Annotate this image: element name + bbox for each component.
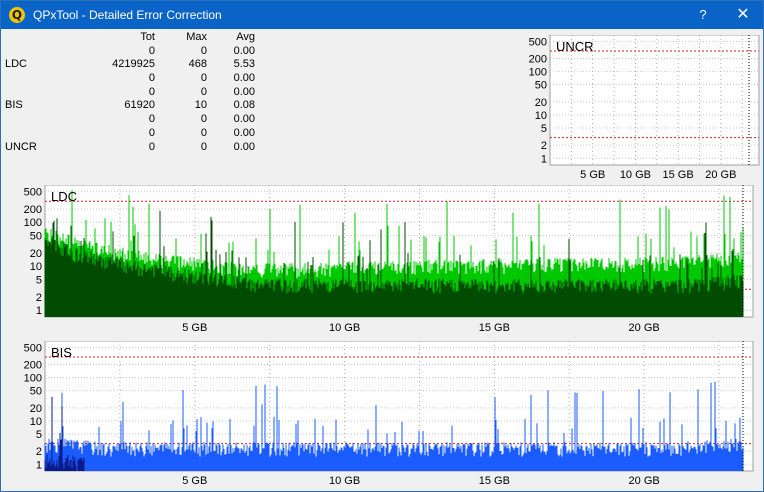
stats-row-label: BIS: [5, 99, 23, 112]
y-tick-label: 1: [36, 305, 42, 317]
y-tick-label: 200: [529, 54, 547, 66]
y-tick-label: 5: [541, 123, 547, 135]
y-tick-label: 100: [24, 217, 42, 229]
app-window: Q QPxTool - Detailed Error Correction ? …: [0, 0, 764, 492]
y-tick-label: 500: [529, 36, 547, 48]
y-tick-label: 50: [30, 230, 42, 242]
x-tick-label: 20 GB: [629, 475, 660, 487]
x-tick-label: 5 GB: [580, 169, 605, 181]
y-tick-label: 2: [541, 140, 547, 152]
stats-row-max: 0: [200, 126, 207, 139]
stats-row-avg: 0.00: [233, 126, 255, 139]
x-tick-label: 15 GB: [479, 322, 510, 334]
y-tick-label: 20: [30, 403, 42, 415]
stats-row-avg: 0.00: [233, 44, 255, 57]
x-tick-label: 10 GB: [329, 475, 360, 487]
stats-row-avg: 0.00: [233, 140, 255, 153]
stats-row: BIS 61920 10 0.08: [3, 99, 265, 113]
y-tick-label: 10: [535, 110, 547, 122]
y-tick-label: 500: [24, 186, 42, 198]
y-tick-label: 1: [541, 153, 547, 165]
y-tick-label: 5: [36, 429, 42, 441]
stats-header-row: Tot Max Avg: [3, 31, 265, 45]
stats-row-avg: 0.00: [233, 113, 255, 126]
stats-table: Tot Max Avg 0 0 0.00 LDC 4219925 468 5.5…: [3, 31, 265, 154]
chart-title: UNCR: [556, 39, 594, 54]
y-tick-label: 20: [535, 97, 547, 109]
stats-row-max: 0: [200, 85, 207, 98]
x-tick-label: 10 GB: [620, 169, 651, 181]
stats-row-label: LDC: [5, 58, 28, 71]
y-tick-label: 50: [30, 386, 42, 398]
x-tick-label: 20 GB: [629, 322, 660, 334]
stats-row-max: 0: [200, 113, 207, 126]
stats-header-max: Max: [186, 31, 207, 43]
stats-row-tot: 0: [148, 85, 155, 98]
stats-row-avg: 0.00: [233, 85, 255, 98]
y-tick-label: 50: [535, 80, 547, 92]
stats-row-avg: 5.53: [233, 58, 255, 71]
stats-row-tot: 0: [148, 113, 155, 126]
qpxtool-logo-icon: Q: [9, 7, 25, 23]
stats-row-max: 468: [188, 58, 207, 71]
y-tick-label: 100: [529, 67, 547, 79]
x-tick-label: 15 GB: [479, 475, 510, 487]
bis-chart: 5002001005020105215 GB 10 GB 15 GB 20 GBBIS: [24, 341, 754, 487]
y-tick-label: 200: [24, 360, 42, 372]
stats-row-tot: 61920: [124, 99, 155, 112]
stats-row-avg: 0.00: [233, 72, 255, 85]
y-tick-label: 100: [24, 373, 42, 385]
stats-row: UNCR 0 0 0.00: [3, 141, 265, 155]
y-tick-label: 10: [30, 261, 42, 273]
stats-row-tot: 0: [148, 72, 155, 85]
ldc-chart: 5002001005020105215 GB 10 GB 15 GB 20 GBLDC: [24, 185, 754, 334]
stats-header-tot: Tot: [140, 31, 155, 43]
stats-row: LDC 4219925 468 5.53: [3, 58, 265, 72]
x-tick-label: 10 GB: [329, 322, 360, 334]
x-tick-label: 5 GB: [182, 322, 207, 334]
stats-row-avg: 0.08: [233, 99, 255, 112]
stats-row-tot: 0: [148, 140, 155, 153]
stats-row: 0 0 0.00: [3, 72, 265, 86]
stats-row: 0 0 0.00: [3, 45, 265, 59]
stats-row: 0 0 0.00: [3, 113, 265, 127]
stats-row-tot: 0: [148, 126, 155, 139]
chart-title: LDC: [51, 189, 77, 204]
y-tick-label: 2: [36, 292, 42, 304]
close-button[interactable]: ✕: [727, 3, 759, 27]
y-tick-label: 10: [30, 416, 42, 428]
y-tick-label: 20: [30, 248, 42, 260]
client-area: Tot Max Avg 0 0 0.00 LDC 4219925 468 5.5…: [1, 29, 763, 491]
stats-header-avg: Avg: [236, 31, 255, 43]
window-title: QPxTool - Detailed Error Correction: [33, 8, 222, 22]
stats-row-label: UNCR: [5, 140, 37, 153]
stats-row-max: 10: [194, 99, 207, 112]
stats-row: 0 0 0.00: [3, 127, 265, 141]
y-tick-label: 500: [24, 342, 42, 354]
stats-row: 0 0 0.00: [3, 86, 265, 100]
y-tick-label: 5: [36, 274, 42, 286]
stats-row-max: 0: [200, 44, 207, 57]
uncr-chart: 5002001005020105215 GB 10 GB 15 GB 20 GBUNC…: [529, 35, 760, 181]
stats-row-max: 0: [200, 72, 207, 85]
x-tick-label: 5 GB: [182, 475, 207, 487]
stats-row-tot: 0: [148, 44, 155, 57]
y-tick-label: 200: [24, 204, 42, 216]
help-button[interactable]: ?: [691, 3, 715, 27]
x-tick-label: 15 GB: [663, 169, 694, 181]
y-tick-label: 1: [36, 459, 42, 471]
y-tick-label: 2: [36, 446, 42, 458]
chart-title: BIS: [51, 345, 72, 360]
stats-row-tot: 4219925: [112, 58, 155, 71]
title-bar: Q QPxTool - Detailed Error Correction ? …: [1, 1, 763, 29]
x-tick-label: 20 GB: [705, 169, 736, 181]
stats-row-max: 0: [200, 140, 207, 153]
